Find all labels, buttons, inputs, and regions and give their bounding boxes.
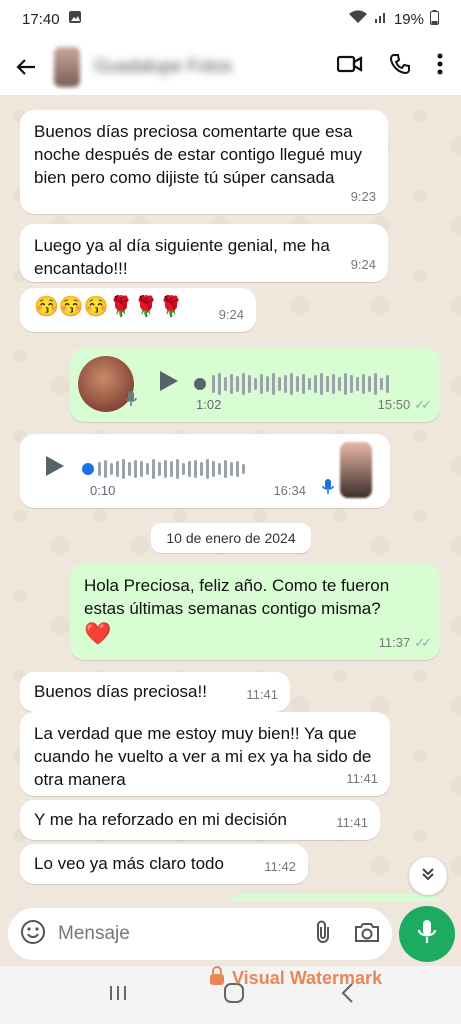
double-chevron-down-icon <box>420 866 436 887</box>
microphone-icon <box>417 919 437 950</box>
voice-message-outgoing[interactable]: 1:02 15:50 ✓✓ <box>70 348 440 422</box>
battery-icon <box>430 9 439 29</box>
camera-icon[interactable] <box>354 921 380 948</box>
sender-avatar <box>78 356 137 412</box>
sender-thumbnail <box>340 442 372 498</box>
message-input[interactable] <box>58 923 268 945</box>
emoji-icon[interactable] <box>20 919 46 950</box>
message-time: 15:50 <box>377 397 411 412</box>
status-bar: 17:40 19% <box>0 0 461 38</box>
message-incoming[interactable]: Lo veo ya más claro todo 11:42 <box>20 844 308 884</box>
message-time: 11:41 <box>346 771 378 786</box>
date-separator: 10 de enero de 2024 <box>151 523 311 553</box>
message-text: Lo veo ya más claro todo <box>34 854 224 873</box>
message-time: 11:37 <box>378 635 411 650</box>
read-ticks-icon: ✓✓ <box>414 635 432 650</box>
message-incoming[interactable]: Y me ha reforzado en mi decisión 11:41 <box>20 800 380 840</box>
message-incoming[interactable]: 😚😚😚🌹🌹🌹 9:24 <box>20 288 256 332</box>
recent-apps-icon[interactable] <box>107 983 129 1008</box>
phone-call-icon[interactable] <box>389 53 411 80</box>
back-arrow-icon[interactable] <box>12 53 40 81</box>
more-options-icon[interactable] <box>437 53 443 80</box>
mic-icon <box>124 390 138 414</box>
gallery-icon <box>68 10 82 28</box>
voice-record-button[interactable] <box>399 906 455 962</box>
play-icon[interactable] <box>158 369 180 399</box>
audio-waveform[interactable] <box>98 456 245 482</box>
chat-messages[interactable]: Buenos días preciosa comentarte que esa … <box>0 96 461 902</box>
composer-bar <box>0 902 461 966</box>
message-outgoing-partial <box>230 894 440 902</box>
read-ticks-icon: ✓✓ <box>414 397 432 412</box>
audio-duration: 1:02 <box>196 397 222 412</box>
audio-seek-handle[interactable] <box>194 378 206 390</box>
message-text: Hola Preciosa, feliz año. Como te fueron… <box>84 576 390 618</box>
video-call-icon[interactable] <box>336 54 363 79</box>
scroll-to-bottom-button[interactable] <box>409 857 447 895</box>
message-time: 9:23 <box>350 189 376 204</box>
message-incoming[interactable]: Luego ya al día siguiente genial, me ha … <box>20 224 388 282</box>
message-time: 9:24 <box>218 307 244 322</box>
status-time: 17:40 <box>22 10 60 28</box>
message-time: 11:41 <box>336 815 368 830</box>
message-text: La verdad que me estoy muy bien!! Ya que… <box>34 724 372 789</box>
message-incoming[interactable]: Buenos días preciosa comentarte que esa … <box>20 110 388 214</box>
mic-icon <box>322 478 334 502</box>
audio-duration: 0:10 <box>90 483 116 498</box>
message-time: 11:42 <box>264 859 296 874</box>
audio-waveform[interactable] <box>212 371 389 397</box>
message-text: 😚😚😚🌹🌹🌹 <box>34 296 184 318</box>
heart-emoji: ❤️ <box>84 621 112 646</box>
message-incoming[interactable]: Buenos días preciosa!! 11:41 <box>20 672 290 712</box>
message-text: Buenos días preciosa!! <box>34 682 207 701</box>
chat-header: Guadalupe Fotos <box>0 38 461 96</box>
signal-icon <box>374 10 388 28</box>
message-text: Luego ya al día siguiente genial, me ha … <box>34 236 330 278</box>
attach-icon[interactable] <box>314 919 332 950</box>
message-text: Y me ha reforzado en mi decisión <box>34 810 287 829</box>
wifi-icon <box>348 10 368 28</box>
message-outgoing[interactable]: Hola Preciosa, feliz año. Como te fueron… <box>70 564 440 660</box>
voice-message-incoming[interactable]: 0:10 16:34 <box>20 434 390 508</box>
message-time: 16:34 <box>273 483 306 498</box>
watermark: Visual Watermark <box>208 966 382 991</box>
contact-avatar[interactable] <box>54 46 80 87</box>
message-time: 11:41 <box>246 687 278 702</box>
message-time: 9:24 <box>350 257 376 272</box>
play-icon[interactable] <box>44 454 66 484</box>
lock-icon <box>208 966 226 991</box>
message-input-wrapper[interactable] <box>8 908 392 960</box>
battery-level: 19% <box>393 10 424 28</box>
message-text: Buenos días preciosa comentarte que esa … <box>34 122 362 187</box>
audio-seek-handle[interactable] <box>82 463 94 475</box>
watermark-text: Visual Watermark <box>232 968 383 988</box>
contact-name[interactable]: Guadalupe Fotos <box>94 56 232 77</box>
message-incoming[interactable]: La verdad que me estoy muy bien!! Ya que… <box>20 712 390 796</box>
